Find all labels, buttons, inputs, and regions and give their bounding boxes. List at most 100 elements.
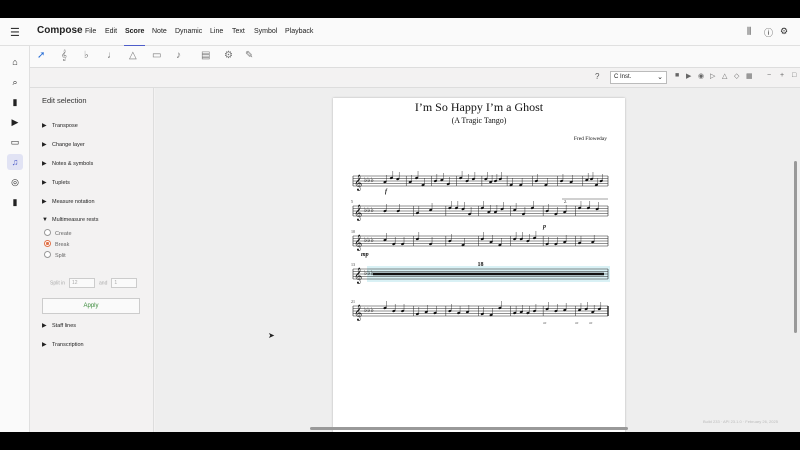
help-icon[interactable]: ⓘ — [764, 26, 773, 39]
instrument-select[interactable]: C Inst. ⌄ — [610, 71, 667, 84]
section-staff-lines[interactable]: ▶ Staff lines — [42, 322, 76, 329]
home-icon[interactable]: ⌂ — [7, 54, 23, 70]
apply-button[interactable]: Apply — [42, 298, 140, 314]
edit-selection-panel: Edit selection ▶ Transpose ▶ Change layer … — [30, 88, 154, 432]
library-icon[interactable]: ▮ — [7, 94, 23, 110]
menu-file[interactable]: File — [85, 28, 96, 35]
treble-clef: 𝄞 — [354, 175, 362, 191]
mouse-cursor-icon: ➤ — [268, 331, 275, 340]
voice-icon[interactable]: ♪ — [176, 50, 181, 61]
section-measure-notation[interactable]: ▶ Measure notation — [42, 198, 95, 205]
treble-clef: 𝄞 — [354, 235, 362, 251]
metronome-toggle-icon[interactable]: △ — [722, 72, 727, 80]
score-settings-icon[interactable]: ⚙ — [224, 50, 233, 61]
expand-arrow-icon: ▶ — [42, 323, 47, 329]
version-text: Build 233 · API 23.1.0 · February 26, 20… — [703, 419, 778, 424]
vertical-scrollbar[interactable] — [794, 161, 797, 333]
expand-arrow-icon: ▶ — [42, 161, 47, 167]
expand-arrow-icon: ▶ — [42, 142, 47, 148]
menu-playback[interactable]: Playback — [285, 28, 313, 35]
settings-icon[interactable]: ⚙ — [780, 26, 788, 37]
play-icon[interactable]: ▶ — [686, 72, 691, 80]
key-signature: ♭♭♭ — [364, 269, 374, 277]
section-multimeasure-rests[interactable]: ▼ Multimeasure rests — [42, 217, 98, 223]
rit-marking: rit — [543, 321, 547, 325]
playback-start-icon[interactable]: ▷ — [710, 72, 715, 80]
treble-clef: 𝄞 — [354, 205, 362, 221]
menu-text[interactable]: Text — [232, 28, 245, 35]
video-icon[interactable]: ▶ — [7, 114, 23, 130]
diamond-icon[interactable]: ◇ — [734, 72, 739, 80]
section-notes-symbols[interactable]: ▶ Notes & symbols — [42, 160, 93, 167]
treble-clef: 𝄞 — [354, 268, 362, 284]
split-row: Split in 12 and 1 — [50, 278, 141, 288]
folder-icon[interactable]: ▭ — [7, 134, 23, 150]
key-signature: ♭♭♭ — [364, 206, 374, 214]
instrument-icon[interactable]: ⫼ — [747, 26, 751, 37]
dynamic-marking: mp — [361, 252, 369, 258]
section-change-layer[interactable]: ▶ Change layer — [42, 141, 85, 148]
key-signature: ♭♭♭ — [364, 176, 374, 184]
mixer-icon[interactable]: ▦ — [746, 72, 753, 80]
multirest-count: 18 — [478, 262, 484, 268]
section-transpose[interactable]: ▶ Transpose — [42, 122, 78, 129]
menu-line[interactable]: Line — [210, 28, 223, 35]
key-signature-icon[interactable]: ♭ — [84, 50, 89, 61]
score-page[interactable]: I’m So Happy I’m a Ghost (A Tragic Tango… — [333, 98, 625, 432]
page-icon[interactable]: ▤ — [201, 50, 210, 61]
app-window: ☰ Compose File Edit Score Note Dynamic L… — [0, 18, 800, 432]
measure-number: 21 — [351, 299, 355, 304]
key-signature: ♭♭♭ — [364, 236, 374, 244]
search-icon[interactable]: ⌕ — [7, 74, 23, 90]
radio-create[interactable]: Create — [44, 229, 72, 237]
zoom-in-icon[interactable]: + — [780, 72, 784, 79]
expand-arrow-icon: ▶ — [42, 123, 47, 129]
select-arrow-icon[interactable]: ➚ — [37, 50, 45, 61]
menu-edit[interactable]: Edit — [105, 28, 117, 35]
section-tuplets[interactable]: ▶ Tuplets — [42, 179, 70, 186]
pencil-icon[interactable]: ✎ — [245, 50, 253, 61]
radio-split[interactable]: Split — [44, 251, 66, 259]
expand-arrow-icon: ▶ — [42, 199, 47, 205]
metronome-icon[interactable]: △ — [129, 50, 137, 61]
staff-systems[interactable]: 𝄞 ♭♭♭𝄞 ♭♭♭5𝄞 ♭♭♭10𝄞 ♭♭♭13 18𝄞 ♭♭♭21fpmp2.rit ri… — [333, 98, 625, 432]
dynamic-marking: f — [385, 189, 388, 195]
panel-title: Edit selection — [42, 96, 87, 105]
fullscreen-icon[interactable]: □ — [792, 72, 796, 79]
zoom-out-icon[interactable]: − — [767, 72, 771, 79]
score-canvas[interactable]: I’m So Happy I’m a Ghost (A Tragic Tango… — [155, 88, 800, 432]
theory-icon[interactable]: ◎ — [7, 174, 23, 190]
radio-break[interactable]: Break — [44, 240, 69, 248]
rit-marking: rit — [575, 321, 579, 325]
help-circle-icon[interactable]: ? — [595, 72, 599, 81]
playback-bar: ? C Inst. ⌄ ■ ▶ ◉ ▷ △ ◇ ▦ − + □ — [30, 68, 800, 88]
measure-number: 13 — [351, 262, 355, 267]
menu-note[interactable]: Note — [152, 28, 167, 35]
left-nav: ⌂ ⌕ ▮ ▶ ▭ ♫ ◎ ▮ — [0, 46, 30, 432]
section-transcription[interactable]: ▶ Transcription — [42, 341, 84, 348]
instrument-select-value: C Inst. — [614, 74, 632, 80]
key-signature: ♭♭♭ — [364, 306, 374, 314]
menu-bar: ☰ Compose File Edit Score Note Dynamic L… — [0, 18, 800, 47]
split-and-input[interactable]: 1 — [111, 278, 138, 288]
tool-bar: ➚ 𝄞 ♭ ♩ △ ▭ ♪ ▤ ⚙ ✎ — [0, 46, 800, 68]
chevron-down-icon: ⌄ — [657, 74, 663, 81]
horizontal-scrollbar[interactable] — [310, 427, 628, 430]
book-icon[interactable]: ▮ — [7, 194, 23, 210]
menu-dynamic[interactable]: Dynamic — [175, 28, 202, 35]
loop-icon[interactable]: ◉ — [698, 72, 704, 80]
radio-circle — [44, 251, 51, 258]
radio-circle — [44, 229, 51, 236]
menu-symbol[interactable]: Symbol — [254, 28, 277, 35]
measure-number: 10 — [351, 229, 355, 234]
rit-marking: rit — [589, 321, 593, 325]
stop-icon[interactable]: ■ — [675, 72, 679, 79]
app-name: Compose — [37, 25, 83, 36]
menu-score[interactable]: Score — [123, 28, 146, 47]
time-signature-icon[interactable]: ♩ — [107, 50, 117, 61]
treble-clef-icon[interactable]: 𝄞 — [61, 50, 67, 61]
split-in-input[interactable]: 12 — [69, 278, 96, 288]
compose-icon[interactable]: ♫ — [7, 154, 23, 170]
measure-icon[interactable]: ▭ — [152, 50, 161, 61]
hamburger-menu-icon[interactable]: ☰ — [10, 26, 20, 39]
